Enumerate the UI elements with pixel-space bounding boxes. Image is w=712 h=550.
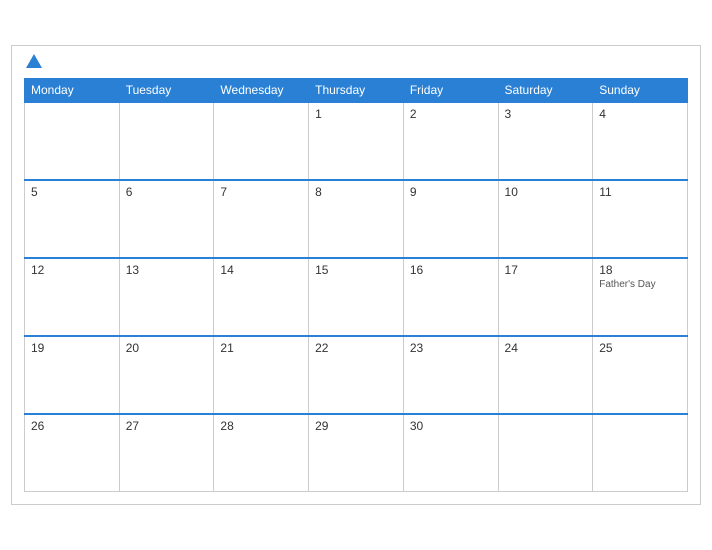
- day-number: 16: [410, 263, 492, 277]
- day-number: 10: [505, 185, 587, 199]
- calendar-cell: 17: [498, 258, 593, 336]
- calendar-cell: 9: [403, 180, 498, 258]
- weekday-header-sunday: Sunday: [593, 78, 688, 102]
- calendar-cell: 14: [214, 258, 309, 336]
- day-number: 29: [315, 419, 397, 433]
- calendar-cell: 22: [309, 336, 404, 414]
- calendar-container: MondayTuesdayWednesdayThursdayFridaySatu…: [11, 45, 701, 506]
- calendar-cell: 16: [403, 258, 498, 336]
- calendar-cell: [119, 102, 214, 180]
- day-number: 9: [410, 185, 492, 199]
- calendar-cell: 4: [593, 102, 688, 180]
- logo-triangle-icon: [26, 54, 42, 68]
- calendar-cell: 7: [214, 180, 309, 258]
- calendar-cell: [593, 414, 688, 492]
- weekday-header-tuesday: Tuesday: [119, 78, 214, 102]
- weekday-header-wednesday: Wednesday: [214, 78, 309, 102]
- day-number: 15: [315, 263, 397, 277]
- day-number: 22: [315, 341, 397, 355]
- calendar-cell: [214, 102, 309, 180]
- weekday-header-friday: Friday: [403, 78, 498, 102]
- calendar-cell: 30: [403, 414, 498, 492]
- calendar-grid: MondayTuesdayWednesdayThursdayFridaySatu…: [24, 78, 688, 493]
- calendar-cell: 11: [593, 180, 688, 258]
- calendar-cell: 19: [25, 336, 120, 414]
- calendar-cell: 27: [119, 414, 214, 492]
- weekday-header-saturday: Saturday: [498, 78, 593, 102]
- calendar-cell: 18 Father's Day: [593, 258, 688, 336]
- calendar-cell: 5: [25, 180, 120, 258]
- weekday-header-monday: Monday: [25, 78, 120, 102]
- day-number: 30: [410, 419, 492, 433]
- calendar-cell: 15: [309, 258, 404, 336]
- calendar-cell: [25, 102, 120, 180]
- day-number: 1: [315, 107, 397, 121]
- day-number: 3: [505, 107, 587, 121]
- day-number: 13: [126, 263, 208, 277]
- calendar-cell: 29: [309, 414, 404, 492]
- calendar-cell: 24: [498, 336, 593, 414]
- week-row-1: 56789 10 11: [25, 180, 688, 258]
- week-row-0: 1234: [25, 102, 688, 180]
- day-number: 4: [599, 107, 681, 121]
- day-number: 28: [220, 419, 302, 433]
- calendar-cell: 28: [214, 414, 309, 492]
- calendar-cell: 20: [119, 336, 214, 414]
- day-number: 18: [599, 263, 681, 277]
- calendar-cell: 2: [403, 102, 498, 180]
- calendar-cell: 25: [593, 336, 688, 414]
- day-number: 7: [220, 185, 302, 199]
- day-number: 21: [220, 341, 302, 355]
- day-number: 27: [126, 419, 208, 433]
- day-number: 19: [31, 341, 113, 355]
- weekday-header-thursday: Thursday: [309, 78, 404, 102]
- calendar-cell: 12: [25, 258, 120, 336]
- week-row-3: 19 20 21 22 23 24 25: [25, 336, 688, 414]
- day-number: 12: [31, 263, 113, 277]
- day-number: 5: [31, 185, 113, 199]
- calendar-header: [24, 56, 688, 68]
- day-event: Father's Day: [599, 279, 681, 290]
- calendar-cell: 1: [309, 102, 404, 180]
- day-number: 14: [220, 263, 302, 277]
- day-number: 25: [599, 341, 681, 355]
- day-number: 11: [599, 185, 681, 199]
- day-number: 17: [505, 263, 587, 277]
- calendar-cell: 23: [403, 336, 498, 414]
- week-row-2: 12 13 14 15 16 17 18 Father's Day: [25, 258, 688, 336]
- day-number: 24: [505, 341, 587, 355]
- day-number: 23: [410, 341, 492, 355]
- day-number: 2: [410, 107, 492, 121]
- calendar-cell: 21: [214, 336, 309, 414]
- calendar-cell: 3: [498, 102, 593, 180]
- calendar-cell: 10: [498, 180, 593, 258]
- week-row-4: 26 27 28 29 30: [25, 414, 688, 492]
- calendar-cell: 26: [25, 414, 120, 492]
- day-number: 8: [315, 185, 397, 199]
- calendar-cell: 8: [309, 180, 404, 258]
- logo: [24, 56, 42, 68]
- weekday-header-row: MondayTuesdayWednesdayThursdayFridaySatu…: [25, 78, 688, 102]
- day-number: 6: [126, 185, 208, 199]
- calendar-cell: [498, 414, 593, 492]
- day-number: 26: [31, 419, 113, 433]
- calendar-cell: 6: [119, 180, 214, 258]
- day-number: 20: [126, 341, 208, 355]
- calendar-cell: 13: [119, 258, 214, 336]
